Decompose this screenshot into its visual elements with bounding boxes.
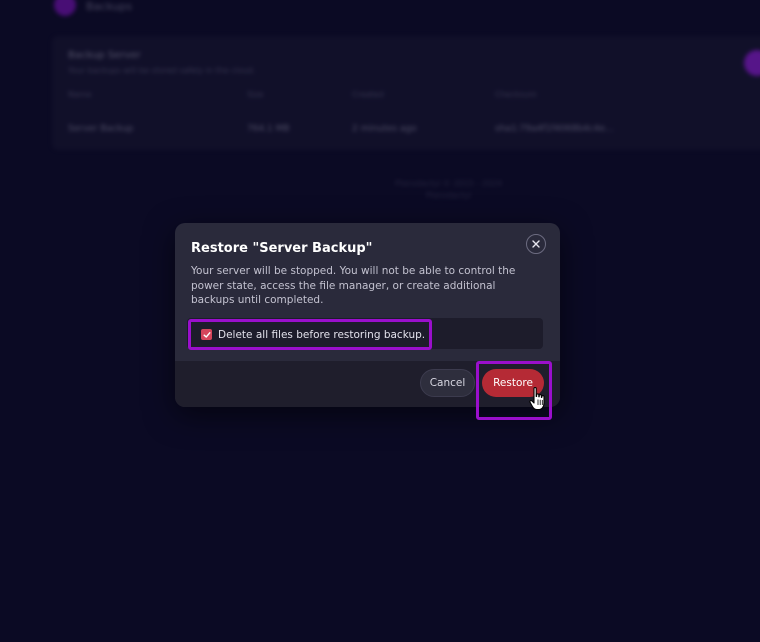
user-avatar	[54, 0, 76, 16]
panel-subtitle: Your backups will be stored safely in th…	[68, 66, 256, 75]
checkmark-icon	[203, 331, 210, 338]
column-header-checksum: Checksum	[495, 90, 537, 99]
cancel-button[interactable]: Cancel	[420, 369, 475, 397]
column-header-name: Name	[68, 90, 92, 99]
close-icon	[532, 240, 540, 248]
column-header-created: Created	[352, 90, 384, 99]
delete-files-label: Delete all files before restoring backup…	[218, 328, 426, 341]
backup-checksum-cell: sha1:79a4f1f4068b4c4e...	[495, 124, 614, 134]
dialog-title: Restore "Server Backup"	[191, 241, 373, 256]
delete-files-checkbox[interactable]	[201, 329, 212, 340]
column-header-size: Size	[247, 90, 264, 99]
dialog-description: Your server will be stopped. You will no…	[191, 265, 516, 306]
footer-copyright: Pterodactyl © 2015 - 2024	[395, 179, 503, 188]
backup-name-cell: Server Backup	[68, 124, 134, 134]
delete-files-option[interactable]: Delete all files before restoring backup…	[188, 319, 432, 350]
backup-size-cell: 764.1 MB	[247, 124, 290, 134]
nav-title: Backups	[86, 0, 133, 13]
backup-created-cell: 2 minutes ago	[352, 124, 417, 134]
close-button[interactable]	[526, 234, 546, 254]
page-footer: Pterodactyl © 2015 - 2024 Pterodactyl	[395, 178, 502, 202]
panel-title: Backup Server	[68, 50, 141, 61]
footer-brand: Pterodactyl	[425, 191, 472, 200]
backups-panel: Backup Server Your backups will be store…	[52, 36, 760, 150]
hand-pointer-icon	[529, 386, 545, 411]
